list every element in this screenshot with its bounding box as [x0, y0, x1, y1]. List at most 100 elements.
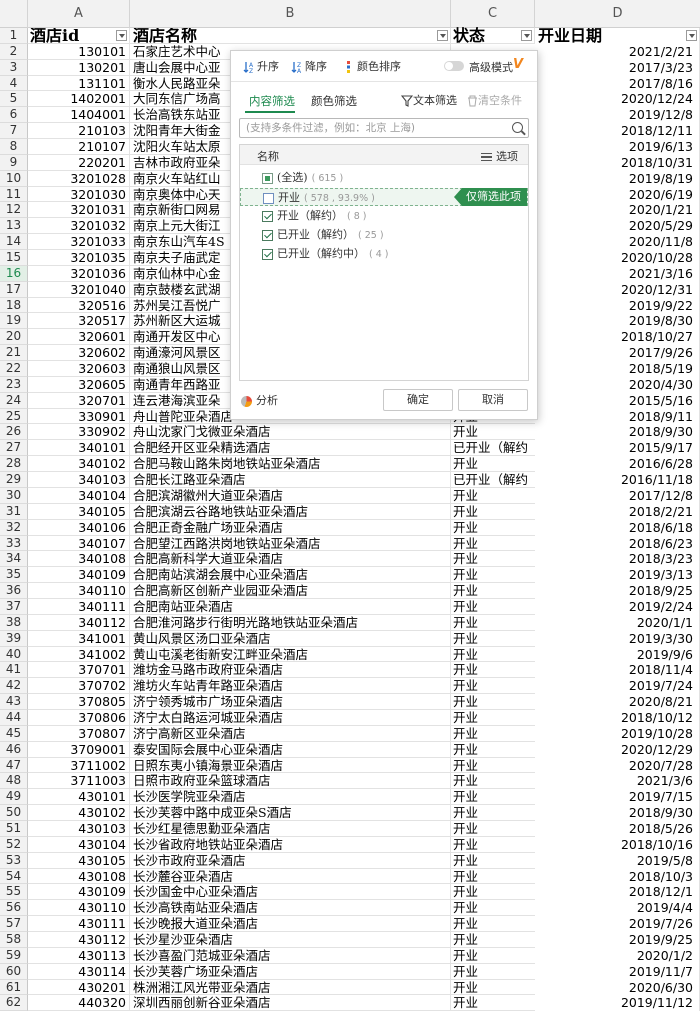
column-header-a[interactable]: A	[28, 0, 130, 28]
row-number[interactable]: 47	[0, 757, 28, 774]
cell-date[interactable]: 2019/8/19	[535, 170, 700, 187]
cell-status[interactable]: 开业	[451, 773, 535, 789]
cell-date[interactable]: 2021/3/6	[535, 773, 700, 790]
cell-id[interactable]: 440320	[28, 995, 130, 1012]
row-number[interactable]: 15	[0, 250, 28, 266]
cell-name[interactable]: 济宁高新区亚朵酒店	[130, 725, 451, 742]
cell-id[interactable]: 340104	[28, 487, 130, 504]
filter-dropdown-icon[interactable]	[521, 30, 532, 41]
row-number[interactable]: 42	[0, 678, 28, 695]
cell-date[interactable]: 2018/10/31	[535, 154, 700, 171]
cell-name[interactable]: 舟山沈家门戈微亚朵酒店	[130, 424, 451, 441]
column-header-c[interactable]: C	[451, 0, 535, 28]
cell-date[interactable]: 2018/10/27	[535, 329, 700, 346]
cell-id[interactable]: 320516	[28, 297, 130, 314]
cell-name[interactable]: 长沙省政府地铁站亚朵酒店	[130, 836, 451, 853]
cell-id[interactable]: 210103	[28, 123, 130, 140]
row-number[interactable]: 22	[0, 361, 28, 377]
cell-name[interactable]: 合肥滨湖云谷路地铁站亚朵酒店	[130, 503, 451, 520]
cell-id[interactable]: 430105	[28, 852, 130, 869]
cell-status[interactable]: 开业	[451, 869, 535, 885]
cell-name[interactable]: 济宁领秀城市广场亚朵酒店	[130, 694, 451, 710]
header-cell-id[interactable]: 酒店id	[28, 28, 130, 44]
cell-date[interactable]: 2019/9/22	[535, 297, 700, 314]
cell-name[interactable]: 黄山屯溪老街新安江畔亚朵酒店	[130, 646, 451, 663]
list-options-button[interactable]: 选项	[481, 148, 518, 164]
cell-date[interactable]: 2018/11/4	[535, 662, 700, 679]
cell-id[interactable]: 430102	[28, 805, 130, 821]
cell-id[interactable]: 430101	[28, 789, 130, 806]
cell-id[interactable]: 320601	[28, 329, 130, 346]
cell-status[interactable]: 已开业（解约	[451, 440, 535, 456]
row-number[interactable]: 62	[0, 995, 28, 1012]
row-number[interactable]: 33	[0, 535, 28, 552]
cell-id[interactable]: 320701	[28, 392, 130, 409]
row-number[interactable]: 57	[0, 916, 28, 932]
cell-status[interactable]: 开业	[451, 551, 535, 567]
cell-status[interactable]: 开业	[451, 694, 535, 710]
cell-id[interactable]: 340112	[28, 614, 130, 631]
row-number[interactable]: 51	[0, 820, 28, 837]
cell-id[interactable]: 341002	[28, 646, 130, 663]
cell-date[interactable]: 2019/4/4	[535, 900, 700, 917]
filter-list-item[interactable]: 已开业（解约） ( 25 )	[240, 226, 528, 244]
row-number[interactable]: 55	[0, 884, 28, 901]
row-number[interactable]: 17	[0, 281, 28, 298]
cell-date[interactable]: 2018/6/18	[535, 519, 700, 536]
cell-date[interactable]: 2019/9/6	[535, 646, 700, 663]
row-number[interactable]: 58	[0, 931, 28, 948]
sort-ascending-button[interactable]: A Z 升序	[243, 59, 279, 75]
cell-status[interactable]: 开业	[451, 932, 535, 948]
cell-name[interactable]: 济宁太白路运河城亚朵酒店	[130, 709, 451, 726]
checkbox[interactable]	[262, 211, 273, 222]
cell-id[interactable]: 340108	[28, 551, 130, 568]
cell-status[interactable]: 开业	[451, 567, 535, 583]
cell-id[interactable]: 430113	[28, 947, 130, 964]
cell-id[interactable]: 220201	[28, 154, 130, 171]
cell-date[interactable]: 2020/6/19	[535, 186, 700, 203]
row-number[interactable]: 18	[0, 297, 28, 314]
ok-button[interactable]: 确定	[383, 389, 453, 411]
cell-status[interactable]: 开业	[451, 631, 535, 647]
cell-name[interactable]: 合肥望江西路洪岗地铁站亚朵酒店	[130, 535, 451, 552]
row-number[interactable]: 37	[0, 598, 28, 615]
row-number[interactable]: 29	[0, 472, 28, 488]
cell-status[interactable]: 开业	[451, 647, 535, 663]
cell-id[interactable]: 430201	[28, 979, 130, 996]
row-number[interactable]: 60	[0, 963, 28, 980]
cell-id[interactable]: 3711003	[28, 773, 130, 790]
column-header-d[interactable]: D	[535, 0, 700, 28]
row-number[interactable]: 41	[0, 662, 28, 679]
row-number[interactable]: 4	[0, 75, 28, 92]
cell-date[interactable]: 2020/5/29	[535, 218, 700, 235]
row-number[interactable]: 20	[0, 329, 28, 346]
row-number[interactable]: 13	[0, 218, 28, 235]
row-number[interactable]: 36	[0, 583, 28, 599]
cell-id[interactable]: 340109	[28, 567, 130, 584]
cell-status[interactable]: 开业	[451, 900, 535, 916]
cell-name[interactable]: 长沙高铁南站亚朵酒店	[130, 900, 451, 917]
row-number[interactable]: 32	[0, 519, 28, 536]
row-number[interactable]: 24	[0, 392, 28, 409]
row-number[interactable]: 7	[0, 123, 28, 140]
cell-status[interactable]: 开业	[451, 456, 535, 472]
cell-id[interactable]: 340111	[28, 598, 130, 615]
cell-name[interactable]: 长沙晚报大道亚朵酒店	[130, 916, 451, 932]
cell-name[interactable]: 合肥高新科学大道亚朵酒店	[130, 551, 451, 568]
cell-date[interactable]: 2019/3/30	[535, 630, 700, 647]
cell-name[interactable]: 合肥长江路亚朵酒店	[130, 472, 451, 488]
row-number[interactable]: 56	[0, 900, 28, 917]
cell-status[interactable]: 开业	[451, 615, 535, 631]
cell-date[interactable]: 2019/2/24	[535, 598, 700, 615]
cell-status[interactable]: 开业	[451, 710, 535, 726]
filter-dropdown-icon[interactable]	[686, 30, 697, 41]
row-number[interactable]: 31	[0, 503, 28, 520]
header-cell-date[interactable]: 开业日期	[535, 28, 700, 44]
filter-list-item[interactable]: 已开业（解约中） ( 4 )	[240, 245, 528, 263]
cell-date[interactable]: 2019/9/25	[535, 931, 700, 948]
cell-id[interactable]: 1404001	[28, 107, 130, 124]
cell-date[interactable]: 2019/11/7	[535, 963, 700, 980]
cell-date[interactable]: 2017/12/8	[535, 487, 700, 504]
cell-date[interactable]: 2020/1/21	[535, 202, 700, 219]
cell-status[interactable]: 开业	[451, 837, 535, 853]
